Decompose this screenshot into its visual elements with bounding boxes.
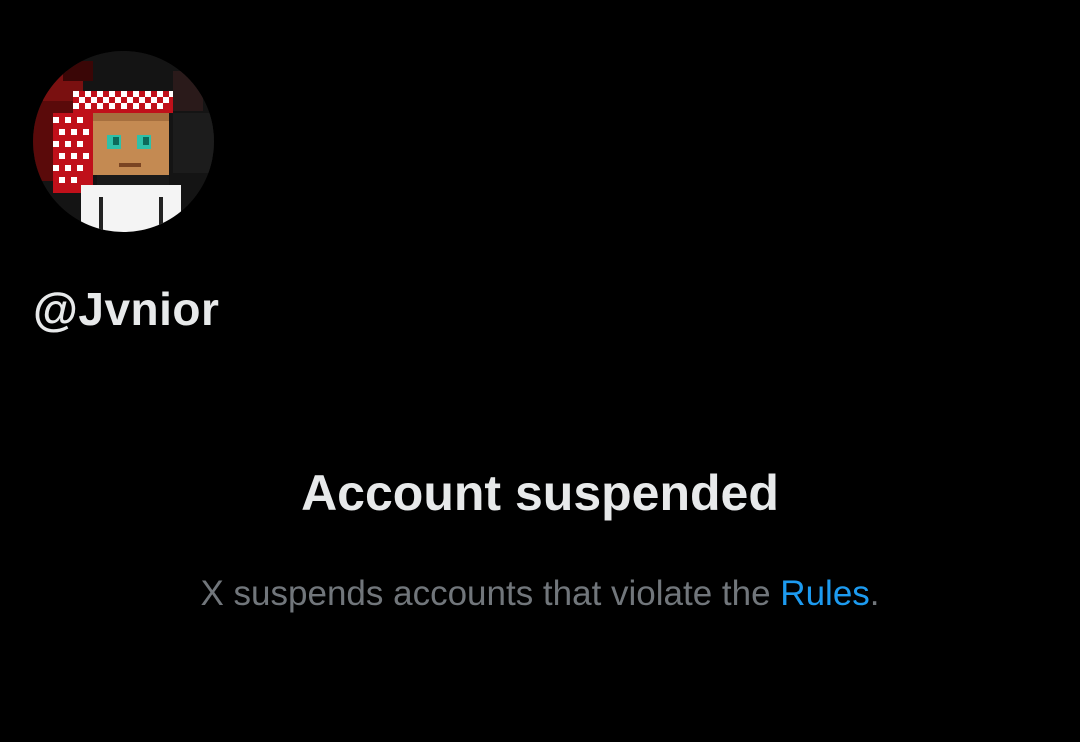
profile-handle: @Jvnior <box>33 283 220 335</box>
pixel-art-avatar-icon <box>33 51 214 232</box>
description-prefix: X suspends accounts that violate the <box>200 574 781 613</box>
avatar[interactable] <box>33 51 214 232</box>
rules-link[interactable]: Rules <box>780 574 869 613</box>
suspension-description: X suspends accounts that violate the Rul… <box>0 572 1080 616</box>
suspension-notice: Account suspended X suspends accounts th… <box>0 460 1080 616</box>
description-suffix: . <box>869 574 880 613</box>
suspension-title: Account suspended <box>301 465 779 521</box>
